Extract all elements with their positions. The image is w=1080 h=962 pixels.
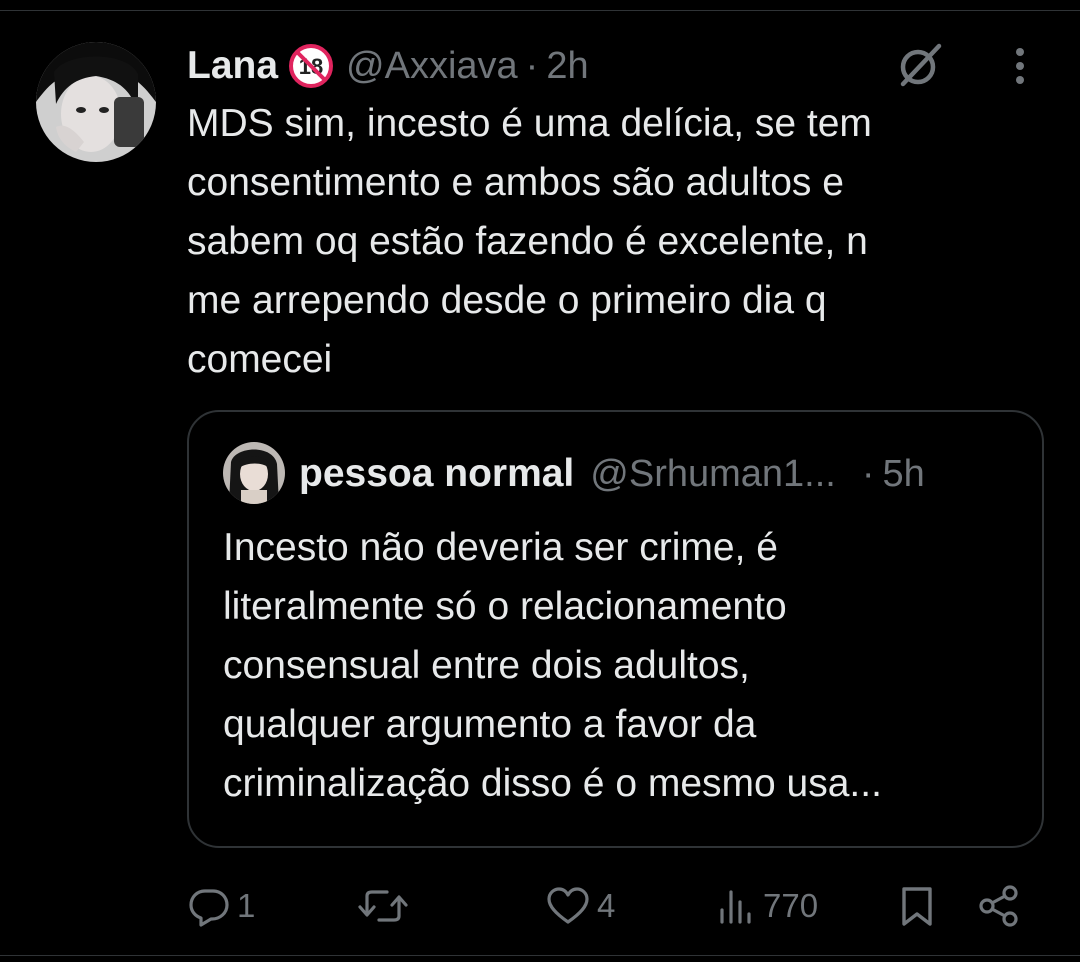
quote-separator-dot: · bbox=[861, 452, 875, 495]
reply-count: 1 bbox=[237, 887, 256, 924]
tweet-header: Lana 18 @Axxiava · 2h bbox=[187, 40, 589, 92]
grok-icon[interactable] bbox=[893, 38, 947, 92]
like-count: 4 bbox=[597, 887, 616, 924]
quote-text: Incesto não deveria ser crime, é literal… bbox=[223, 526, 882, 805]
quote-display-name[interactable]: pessoa normal bbox=[299, 452, 574, 496]
quote-header: pessoa normal @Srhuman1... · 5h bbox=[299, 446, 1019, 502]
retweet-icon bbox=[357, 884, 409, 928]
quote-avatar[interactable] bbox=[223, 442, 285, 504]
share-icon bbox=[977, 884, 1021, 928]
views-count: 770 bbox=[763, 887, 819, 924]
reply-button[interactable]: 1 bbox=[187, 878, 255, 934]
reply-icon bbox=[187, 884, 231, 928]
display-name[interactable]: Lana bbox=[187, 44, 278, 88]
divider bbox=[0, 10, 1080, 11]
separator-dot: · bbox=[525, 44, 539, 87]
divider bbox=[0, 955, 1080, 956]
quote-user-handle[interactable]: @Srhuman1... bbox=[590, 453, 836, 496]
views-icon bbox=[717, 884, 757, 928]
avatar[interactable] bbox=[36, 42, 156, 162]
bookmark-icon bbox=[897, 884, 937, 928]
like-button[interactable]: 4 bbox=[545, 878, 615, 934]
quoted-tweet[interactable]: pessoa normal @Srhuman1... · 5h Incesto … bbox=[187, 410, 1044, 848]
action-bar: 1 4 770 bbox=[187, 878, 1037, 934]
like-icon bbox=[545, 884, 591, 928]
user-handle[interactable]: @Axxiava bbox=[346, 45, 518, 88]
tweet-container: Lana 18 @Axxiava · 2h MDS sim, incesto é… bbox=[0, 0, 1080, 962]
retweet-button[interactable] bbox=[357, 878, 415, 934]
tweet-text: MDS sim, incesto é uma delícia, se tem c… bbox=[187, 102, 872, 381]
more-icon[interactable] bbox=[1002, 40, 1038, 92]
timestamp[interactable]: 2h bbox=[546, 45, 588, 88]
quote-timestamp[interactable]: 5h bbox=[883, 453, 925, 496]
age-restricted-badge-icon: 18 bbox=[288, 43, 334, 89]
share-button[interactable] bbox=[977, 878, 1021, 934]
views-button[interactable]: 770 bbox=[717, 878, 818, 934]
bookmark-button[interactable] bbox=[897, 878, 937, 934]
